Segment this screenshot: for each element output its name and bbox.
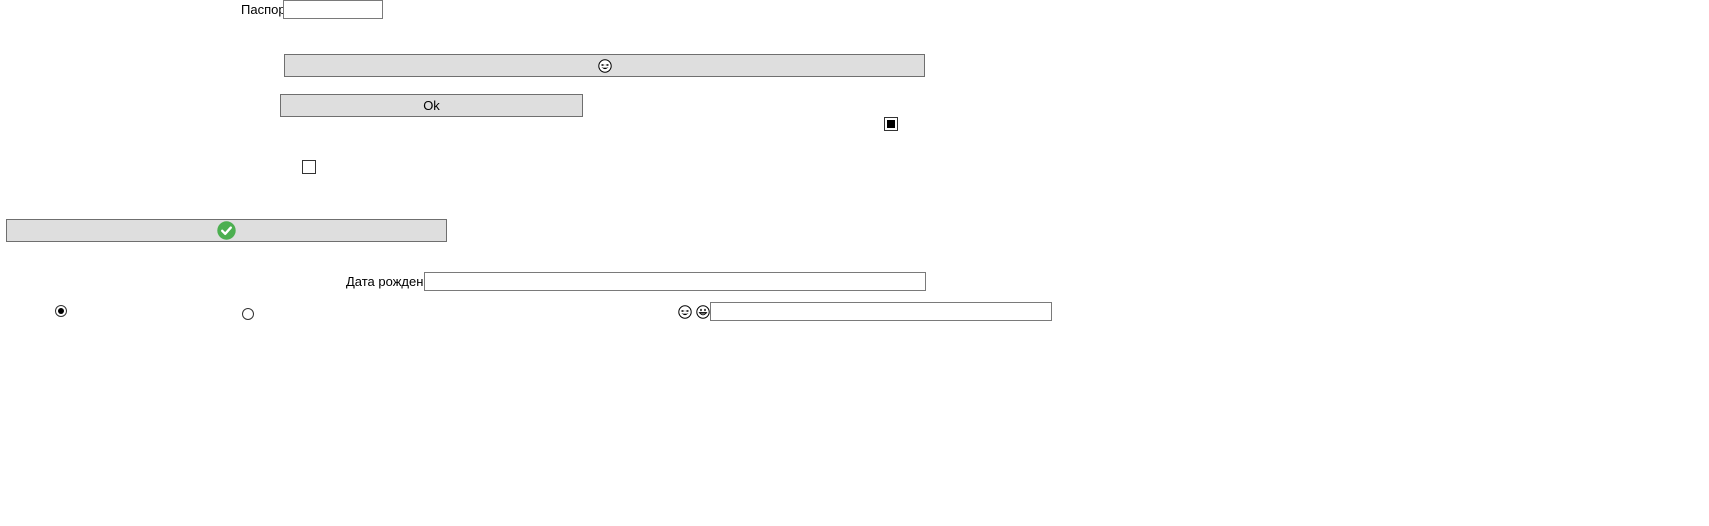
- emoji-text-input[interactable]: [710, 302, 1052, 321]
- grinning-emoji-icon: [696, 305, 710, 319]
- checkbox-indeterminate[interactable]: [884, 117, 898, 131]
- birth-date-input[interactable]: [424, 272, 926, 291]
- confirm-button[interactable]: [6, 219, 447, 242]
- radio-option-1-dot: [58, 308, 64, 314]
- laughing-emoji-icon: [678, 305, 692, 319]
- grinning-squint-emoji-icon: [597, 58, 612, 73]
- ok-button[interactable]: Ok: [280, 94, 583, 117]
- radio-option-2[interactable]: [242, 308, 254, 320]
- emoji-button[interactable]: [284, 54, 925, 77]
- ok-button-label: Ok: [423, 98, 440, 113]
- radio-option-1[interactable]: [55, 305, 67, 317]
- checkbox-unchecked[interactable]: [302, 160, 316, 174]
- checkbox-indeterminate-mark: [887, 120, 895, 128]
- green-check-circle-icon: [217, 221, 236, 240]
- passport-input[interactable]: [283, 0, 383, 19]
